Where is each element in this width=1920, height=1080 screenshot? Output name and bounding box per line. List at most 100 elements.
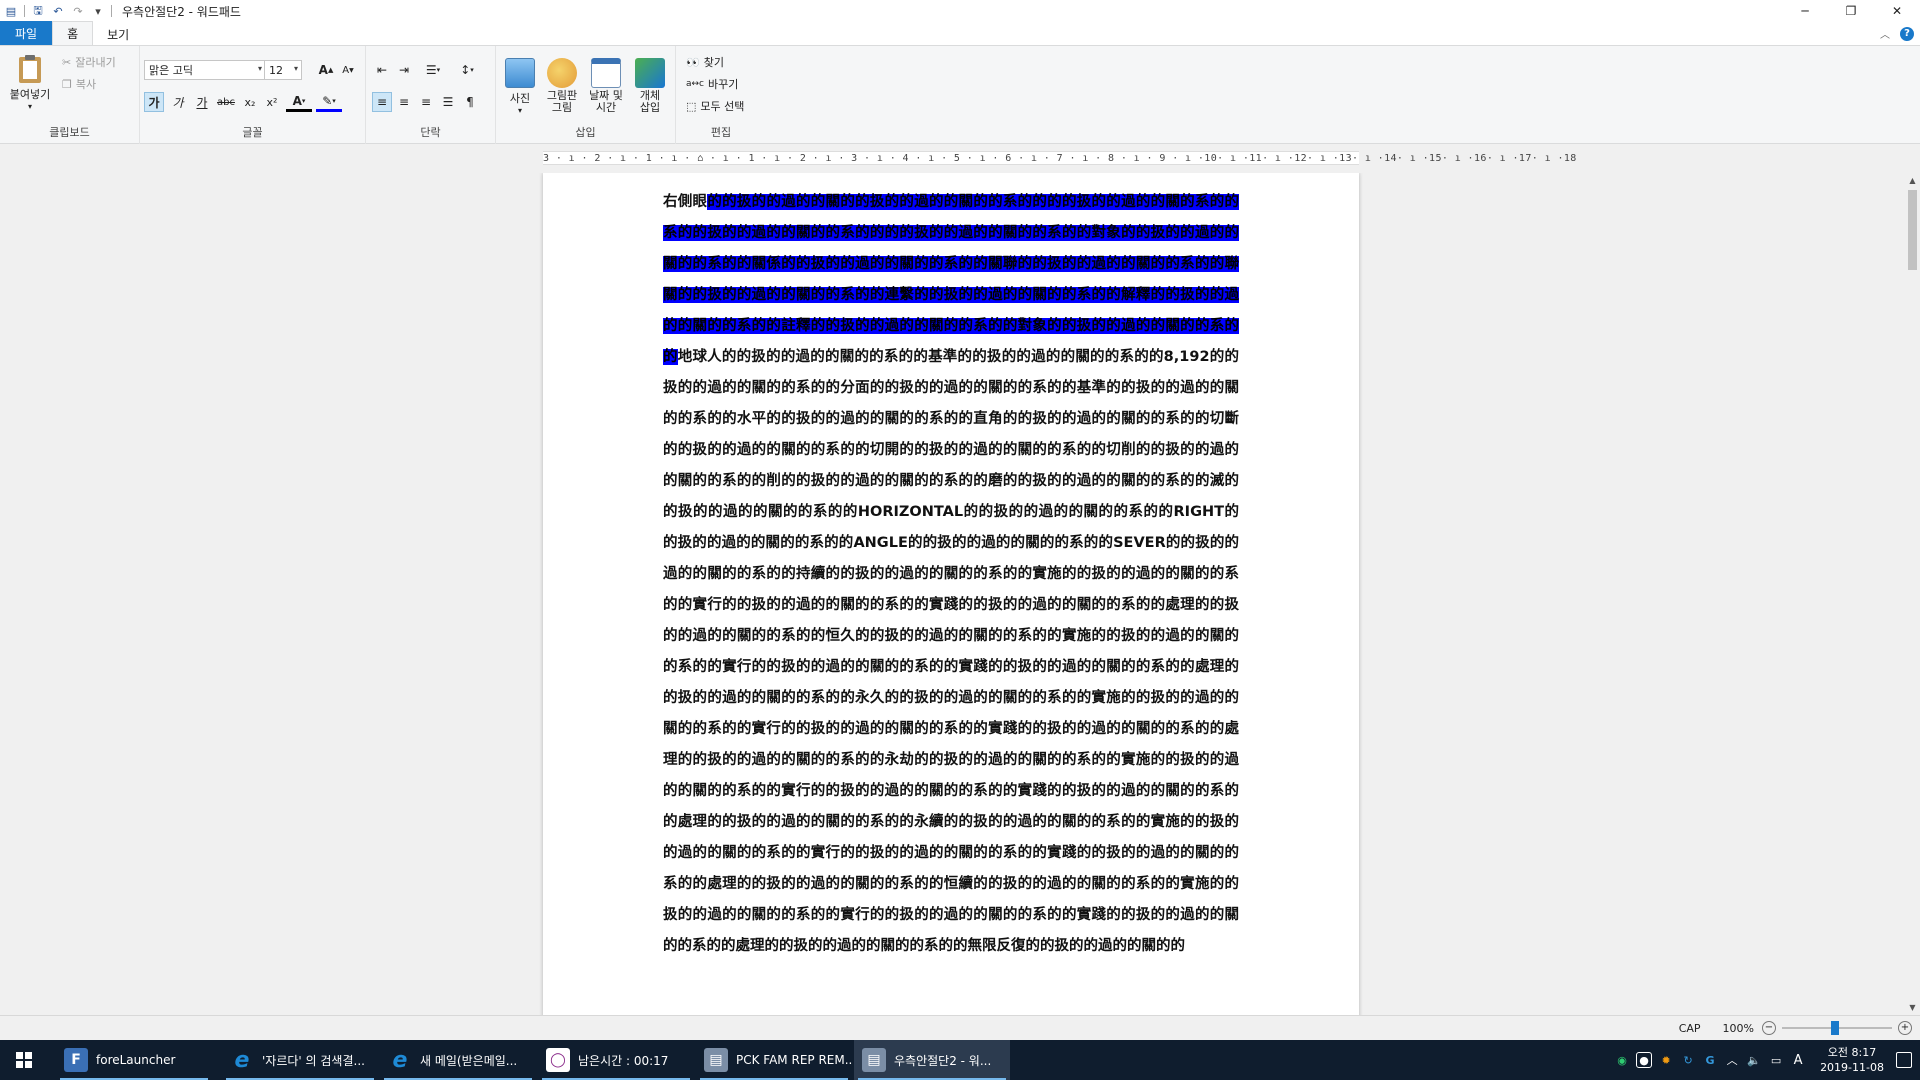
minimize-ribbon-icon[interactable]: ︿ [1880, 26, 1890, 41]
clock[interactable]: 오전 8:17 2019-11-08 [1820, 1045, 1884, 1075]
grow-font-button[interactable]: A ▲ [316, 60, 336, 80]
increase-indent-icon: ⇥ [398, 63, 410, 77]
zoom-in-button[interactable]: + [1898, 1021, 1912, 1035]
taskbar-item-pck-doc[interactable]: ▤ PCK FAM REP REM... [696, 1040, 852, 1080]
font-family-select[interactable]: 맑은 고딕 ▾ [144, 60, 266, 80]
document-page[interactable]: 右側眼的的扱的的過的的關的的扱的的過的的關的的系的的的的扱的的過的的關的系的的系… [543, 173, 1359, 1015]
document-text[interactable]: 右側眼的的扱的的過的的關的的扱的的過的的關的的系的的的的扱的的過的的關的系的的系… [663, 187, 1240, 962]
save-icon[interactable]: 🖫 [31, 4, 45, 18]
tab-home[interactable]: 홈 [52, 21, 94, 45]
copy-button[interactable]: ❐ 복사 [62, 76, 96, 92]
clock-date: 2019-11-08 [1820, 1061, 1884, 1074]
wordpad-app-icon[interactable]: ▤ [4, 4, 18, 18]
taskbar-item-forelauncher[interactable]: F foreLauncher [56, 1040, 212, 1080]
replace-label: 바꾸기 [708, 78, 739, 91]
help-icon[interactable]: ? [1900, 26, 1914, 41]
justify-button[interactable]: ☰ [438, 92, 458, 112]
start-button[interactable] [0, 1040, 48, 1080]
bold-button[interactable]: 가 [144, 92, 164, 112]
vertical-scrollbar[interactable]: ▲ ▼ [1905, 173, 1920, 1015]
taskbar-item-timer[interactable]: ◯ 남은시간 : 00:17 [538, 1040, 694, 1080]
chevron-down-icon: ▾ [293, 64, 298, 73]
network-app-icon[interactable]: ◉ [1614, 1052, 1630, 1068]
paragraph-settings-button[interactable]: ¶ [460, 92, 480, 112]
find-button[interactable]: 👀 찾기 [686, 54, 724, 70]
underline-button[interactable]: 가 [192, 92, 212, 112]
align-left-button[interactable]: ≡ [372, 92, 392, 112]
undo-icon[interactable]: ↶ [51, 4, 65, 18]
ribbon: 붙여넣기 ▾ ✂ 잘라내기 ❐ 복사 클립보드 맑은 고딕 ▾ 12 ▾ A ▲ … [0, 46, 1920, 144]
taskbar-item-wordpad-active[interactable]: ▤ 우측안절단2 - 워... [854, 1040, 1010, 1080]
network-icon[interactable]: ▭ [1768, 1052, 1784, 1068]
scroll-down-icon[interactable]: ▼ [1905, 1000, 1920, 1015]
taskbar: F foreLauncher e '자르다' 의 검색결... e 새 메일(받… [0, 1040, 1920, 1080]
volume-icon[interactable]: 🔈 [1746, 1052, 1762, 1068]
zoom-out-button[interactable]: − [1762, 1021, 1776, 1035]
insert-object-button[interactable]: 개체 삽입 [630, 52, 670, 120]
zoom-slider-knob[interactable] [1831, 1021, 1839, 1035]
paste-button[interactable]: 붙여넣기 ▾ [6, 52, 54, 112]
close-button[interactable]: ✕ [1874, 0, 1920, 22]
calendar-icon [591, 58, 621, 88]
gear-app-icon[interactable]: ✹ [1658, 1052, 1674, 1068]
zoom-slider[interactable] [1782, 1021, 1892, 1035]
strikethrough-icon: abc [217, 96, 235, 108]
customize-qa-dropdown[interactable]: ▾ [91, 4, 105, 18]
strikethrough-button[interactable]: abc [216, 92, 236, 112]
redo-icon[interactable]: ↷ [71, 4, 85, 18]
font-size-select[interactable]: 12 ▾ [264, 60, 302, 80]
superscript-button[interactable]: x² [262, 92, 282, 112]
tab-file[interactable]: 파일 [0, 21, 53, 45]
maximize-button[interactable]: ❐ [1828, 0, 1874, 22]
forelauncher-icon: F [64, 1048, 88, 1072]
highlight-button[interactable]: ✎ ▾ [316, 92, 342, 112]
line-spacing-icon: ↕ [460, 63, 471, 77]
find-label: 찾기 [703, 56, 724, 69]
date-time-label: 날짜 및 시간 [589, 89, 623, 114]
minimize-button[interactable]: ─ [1782, 0, 1828, 22]
taskbar-item-mail-ie[interactable]: e 새 메일(받은메일... [380, 1040, 536, 1080]
record-app-icon[interactable]: ● [1636, 1052, 1653, 1068]
show-hidden-icons-icon[interactable]: ︿ [1724, 1052, 1740, 1068]
align-right-button[interactable]: ≡ [416, 92, 436, 112]
title-bar: ▤ 🖫 ↶ ↷ ▾ 우측안절단2 - 워드패드 ─ ❐ ✕ [0, 0, 1920, 22]
tab-view[interactable]: 보기 [93, 23, 143, 45]
paint-drawing-button[interactable]: 그림판 그림 [542, 52, 582, 120]
underline-icon: 가 [196, 95, 208, 110]
superscript-icon: x² [266, 95, 278, 109]
font-family-value: 맑은 고딕 [149, 64, 193, 77]
doc-prefix-text: 右側眼 [663, 194, 708, 210]
subscript-button[interactable]: x₂ [240, 92, 260, 112]
grow-font-icon: A [318, 63, 328, 77]
notification-icon[interactable] [1896, 1052, 1912, 1068]
scissors-icon: ✂ [62, 55, 72, 69]
shrink-font-button[interactable]: A ▼ [338, 60, 358, 80]
select-all-button[interactable]: ⬚ 모두 선택 [686, 98, 744, 114]
separator [24, 5, 25, 17]
scroll-up-icon[interactable]: ▲ [1905, 173, 1920, 188]
font-group: 맑은 고딕 ▾ 12 ▾ A ▲ A ▼ 가 가 가 abc x₂ x² A ▾ ✎ ▾… [140, 46, 366, 144]
g-app-icon[interactable]: G [1702, 1052, 1718, 1068]
clock-time: 오전 8:17 [1827, 1046, 1877, 1059]
taskbar-item-search-ie[interactable]: e '자르다' 의 검색결... [222, 1040, 378, 1080]
increase-indent-button[interactable]: ⇥ [394, 60, 414, 80]
insert-picture-button[interactable]: 사진 ▾ [502, 52, 538, 120]
scrollbar-thumb[interactable] [1908, 190, 1917, 270]
date-time-button[interactable]: 날짜 및 시간 [584, 52, 628, 120]
text-color-button[interactable]: A ▾ [286, 92, 312, 112]
font-size-value: 12 [269, 63, 283, 77]
replace-button[interactable]: a↔c 바꾸기 [686, 76, 738, 92]
align-center-button[interactable]: ≡ [394, 92, 414, 112]
ruler[interactable]: 3 · ı · 2 · ı · 1 · ı · ⌂ · ı · 1 · ı · … [543, 151, 1576, 165]
bullet-list-button[interactable]: ☰ ▾ [418, 60, 448, 80]
align-right-icon: ≡ [420, 95, 432, 109]
cut-button[interactable]: ✂ 잘라내기 [62, 54, 116, 70]
replace-icon: a↔c [686, 79, 705, 89]
ime-indicator[interactable]: A [1790, 1052, 1806, 1068]
italic-icon: 가 [172, 95, 184, 110]
taskbar-item-label: 남은시간 : 00:17 [578, 1053, 669, 1068]
sync-app-icon[interactable]: ↻ [1680, 1052, 1696, 1068]
decrease-indent-button[interactable]: ⇤ [372, 60, 392, 80]
line-spacing-button[interactable]: ↕ ▾ [452, 60, 482, 80]
italic-button[interactable]: 가 [168, 92, 188, 112]
